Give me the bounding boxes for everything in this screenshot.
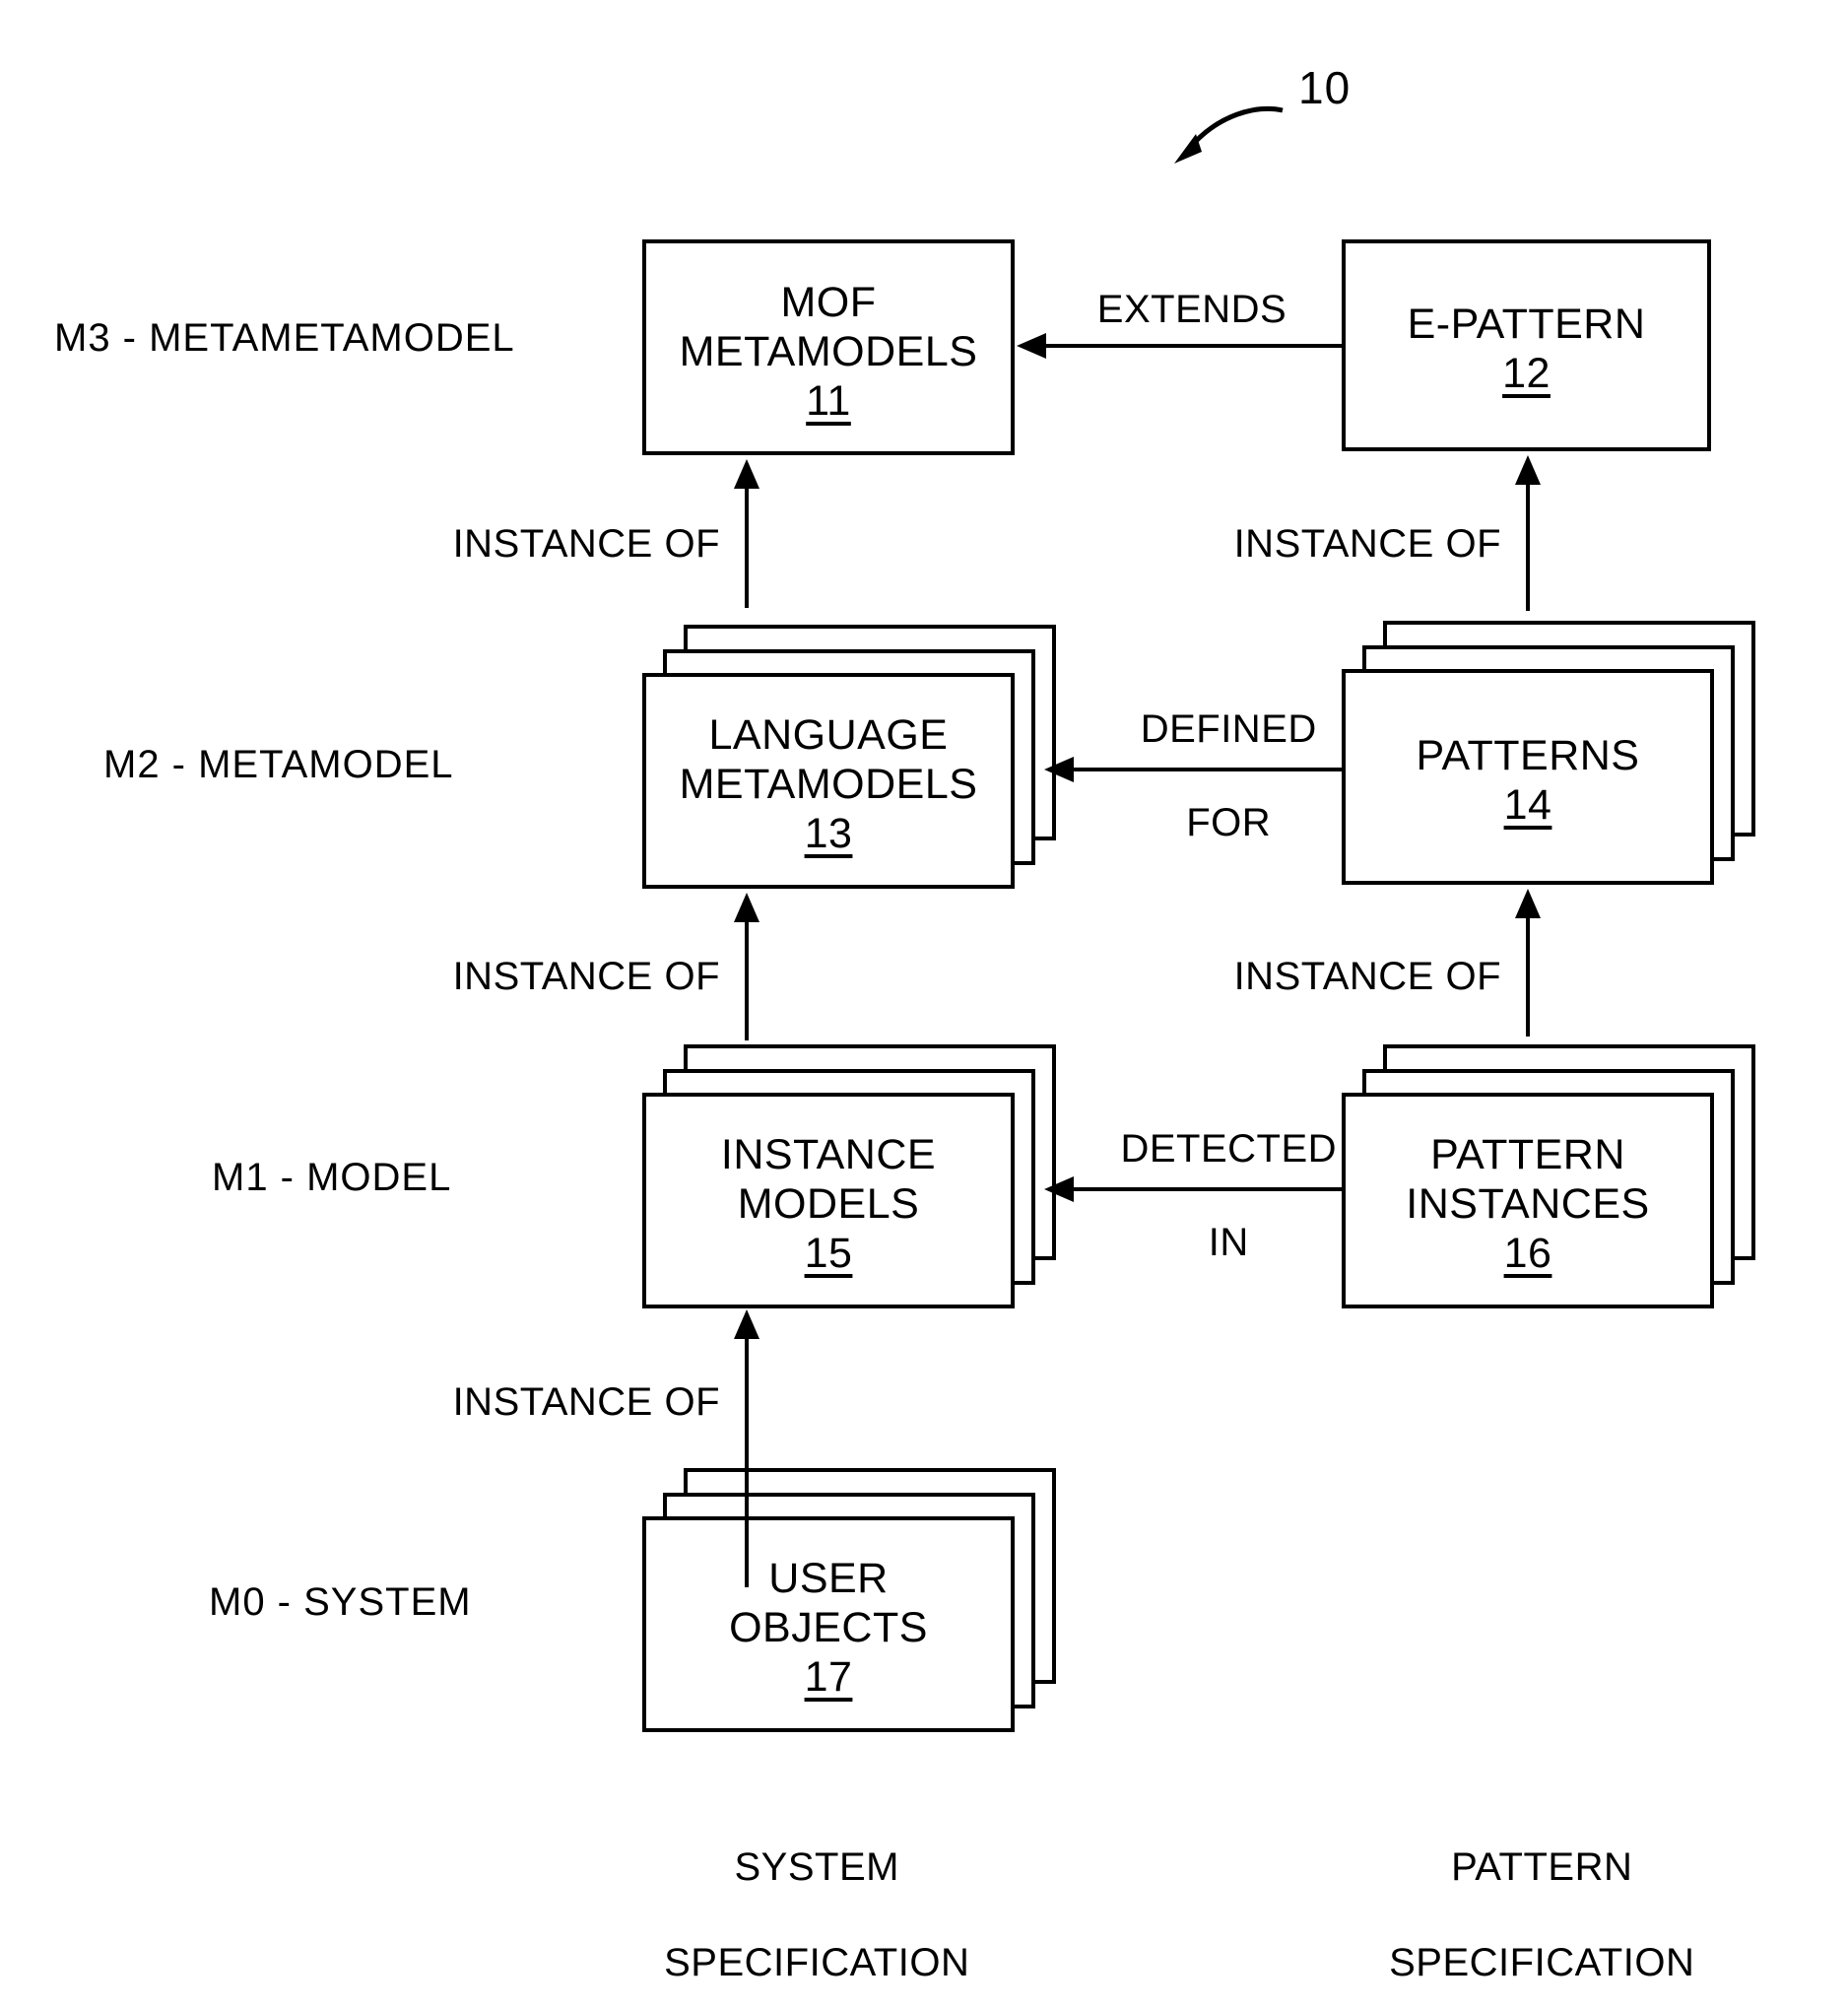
- node-label-user-objects: USER OBJECTS 17: [642, 1555, 1015, 1703]
- edge-arrowhead-instance-of-left-m1-m2: [734, 893, 759, 922]
- node-line-1: INSTANCE: [720, 1131, 937, 1178]
- edge-label-instance-of-right-m1-m2: INSTANCE OF: [1233, 955, 1501, 998]
- node-label-instance-models: INSTANCE MODELS 15: [642, 1131, 1015, 1279]
- edge-line-instance-of-left-m0-m1: [745, 1468, 749, 1587]
- node-ref-13: 13: [804, 809, 853, 857]
- edge-label-line-2: FOR: [1186, 800, 1272, 844]
- row-label-m3: M3 - METAMETAMODEL: [54, 316, 515, 360]
- patent-figure: 10 M3 - METAMETAMODEL M2 - METAMODEL M1 …: [0, 0, 1848, 2009]
- node-ref-17: 17: [804, 1652, 853, 1701]
- row-label-m2: M2 - METAMODEL: [103, 743, 454, 786]
- edge-label-extends: EXTENDS: [1096, 288, 1287, 331]
- edge-arrowhead-instance-of-left-m0-m1: [734, 1309, 759, 1339]
- edge-label-instance-of-right-m2-m3: INSTANCE OF: [1233, 522, 1501, 566]
- row-label-m1: M1 - MODEL: [212, 1156, 452, 1199]
- edge-label-instance-of-left-m1-m2: INSTANCE OF: [452, 955, 720, 998]
- edge-arrowhead-instance-of-right-m1-m2: [1515, 889, 1541, 918]
- edge-arrowhead-defined-for: [1044, 757, 1074, 782]
- edge-arrowhead-instance-of-right-m2-m3: [1515, 455, 1541, 485]
- node-line-1: PATTERN: [1430, 1131, 1625, 1178]
- node-language-metamodels[interactable]: LANGUAGE METAMODELS 13: [642, 625, 1056, 889]
- node-ref-11: 11: [806, 376, 851, 425]
- node-line-1: E-PATTERN: [1407, 301, 1646, 348]
- edge-arrowhead-detected-in: [1044, 1176, 1074, 1202]
- node-line-1: PATTERNS: [1416, 732, 1640, 779]
- edge-line-defined-for: [1072, 768, 1342, 771]
- node-e-pattern[interactable]: E-PATTERN 12: [1342, 239, 1711, 451]
- column-caption-line-1: PATTERN: [1451, 1844, 1633, 1889]
- node-label-mof-metamodels: MOF METAMODELS 11: [642, 279, 1015, 427]
- edge-line-instance-of-left-m2-m3: [745, 489, 749, 608]
- node-label-language-metamodels: LANGUAGE METAMODELS 13: [642, 711, 1015, 859]
- column-caption-pattern: PATTERN SPECIFICATION: [1312, 1795, 1726, 2009]
- edge-label-line-2: IN: [1208, 1220, 1249, 1264]
- column-caption-line-2: SPECIFICATION: [664, 1941, 970, 1985]
- node-pattern-instances[interactable]: PATTERN INSTANCES 16: [1342, 1044, 1755, 1308]
- node-line-2: METAMODELS: [679, 327, 978, 375]
- node-line-2: INSTANCES: [1406, 1179, 1650, 1228]
- node-label-pattern-instances: PATTERN INSTANCES 16: [1342, 1131, 1714, 1279]
- node-patterns[interactable]: PATTERNS 14: [1342, 621, 1755, 885]
- edge-label-line-1: DETECTED: [1120, 1127, 1338, 1172]
- node-line-1: MOF: [780, 279, 877, 326]
- node-ref-16: 16: [1503, 1229, 1552, 1277]
- edge-line-detected-in: [1072, 1187, 1342, 1191]
- column-caption-system: SYSTEM SPECIFICATION: [587, 1795, 1001, 2009]
- node-ref-15: 15: [804, 1229, 853, 1277]
- column-caption-line-2: SPECIFICATION: [1389, 1941, 1695, 1985]
- edge-arrowhead-instance-of-left-m2-m3: [734, 459, 759, 489]
- node-instance-models[interactable]: INSTANCE MODELS 15: [642, 1044, 1056, 1308]
- figure-number: 10: [1298, 62, 1352, 113]
- node-line-1: USER: [768, 1555, 889, 1602]
- edge-label-instance-of-left-m2-m3: INSTANCE OF: [452, 522, 720, 566]
- node-line-2: METAMODELS: [679, 760, 978, 808]
- row-label-m0: M0 - SYSTEM: [209, 1580, 472, 1624]
- edge-label-defined-for: DEFINED FOR: [1070, 660, 1342, 893]
- edge-label-detected-in: DETECTED IN: [1070, 1080, 1342, 1312]
- node-ref-14: 14: [1503, 780, 1552, 829]
- node-line-2: MODELS: [737, 1179, 920, 1228]
- node-mof-metamodels[interactable]: MOF METAMODELS 11: [642, 239, 1015, 455]
- node-ref-12: 12: [1502, 349, 1551, 397]
- edge-line-instance-of-left-m1-m2: [745, 922, 749, 1040]
- edge-line-extends: [1044, 344, 1342, 348]
- node-user-objects[interactable]: USER OBJECTS 17: [642, 1468, 1056, 1732]
- figure-leader-arrow-icon: [1174, 105, 1284, 164]
- edge-line-instance-of-right-m1-m2: [1526, 918, 1530, 1037]
- edge-label-line-1: DEFINED: [1140, 707, 1317, 752]
- edge-arrowhead-extends: [1017, 333, 1046, 359]
- node-line-1: LANGUAGE: [708, 711, 949, 759]
- edge-line-instance-of-right-m2-m3: [1526, 485, 1530, 611]
- node-label-e-pattern: E-PATTERN 12: [1342, 301, 1711, 399]
- edge-label-instance-of-left-m0-m1: INSTANCE OF: [452, 1380, 720, 1424]
- column-caption-line-1: SYSTEM: [734, 1844, 899, 1889]
- edge-line-instance-of-left-m0-m1-upper: [745, 1336, 749, 1469]
- node-label-patterns: PATTERNS 14: [1342, 732, 1714, 831]
- node-line-2: OBJECTS: [729, 1603, 928, 1651]
